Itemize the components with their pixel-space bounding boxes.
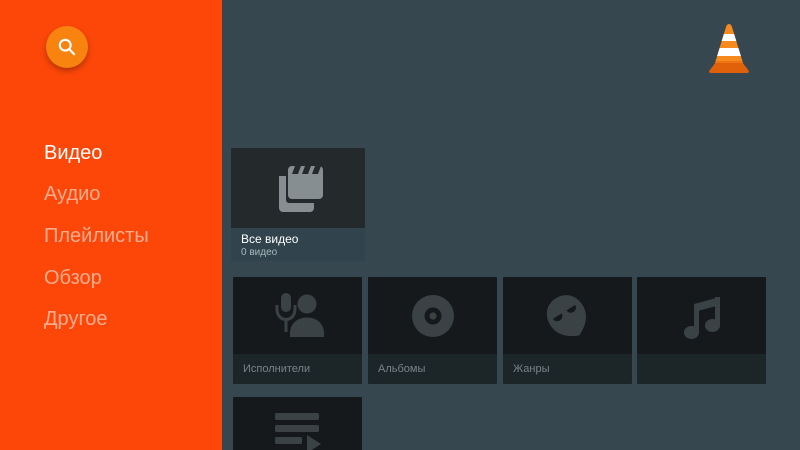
album-disc-icon xyxy=(409,292,457,340)
card-genres-thumbnail xyxy=(503,277,632,354)
search-button[interactable] xyxy=(46,26,88,68)
search-icon xyxy=(57,37,77,57)
card-title: Альбомы xyxy=(368,354,497,384)
card-genres[interactable]: Жанры xyxy=(503,277,632,384)
artist-microphone-icon xyxy=(271,291,325,341)
sidebar-item-video[interactable]: Видео xyxy=(44,141,102,165)
card-title: Жанры xyxy=(503,354,632,384)
card-title xyxy=(637,354,766,384)
vlc-cone-icon xyxy=(706,21,752,73)
genres-mask-icon xyxy=(541,289,595,343)
card-all-videos[interactable]: Все видео 0 видео xyxy=(231,148,365,261)
sidebar-item-playlists[interactable]: Плейлисты xyxy=(44,224,149,248)
card-title: Исполнители xyxy=(233,354,362,384)
card-title: Все видео xyxy=(241,232,355,247)
card-playlists-partial[interactable] xyxy=(233,397,362,450)
card-tracks[interactable] xyxy=(637,277,766,384)
vlc-tv-home-screen: Видео Аудио Плейлисты Обзор Другое xyxy=(0,0,800,450)
card-tracks-thumbnail xyxy=(637,277,766,354)
card-subtitle: 0 видео xyxy=(241,247,355,259)
sidebar-item-other[interactable]: Другое xyxy=(44,307,108,331)
card-playlists-thumbnail xyxy=(233,397,362,450)
card-albums[interactable]: Альбомы xyxy=(368,277,497,384)
sidebar-item-audio[interactable]: Аудио xyxy=(44,182,100,206)
card-all-videos-meta: Все видео 0 видео xyxy=(231,228,365,261)
card-all-videos-thumbnail xyxy=(231,148,365,228)
card-artists-thumbnail xyxy=(233,277,362,354)
sidebar: Видео Аудио Плейлисты Обзор Другое xyxy=(0,0,222,450)
sidebar-item-browse[interactable]: Обзор xyxy=(44,266,102,290)
card-albums-thumbnail xyxy=(368,277,497,354)
card-artists[interactable]: Исполнители xyxy=(233,277,362,384)
video-collection-icon xyxy=(268,161,328,215)
playlist-icon xyxy=(273,413,323,450)
music-note-icon xyxy=(677,291,727,341)
